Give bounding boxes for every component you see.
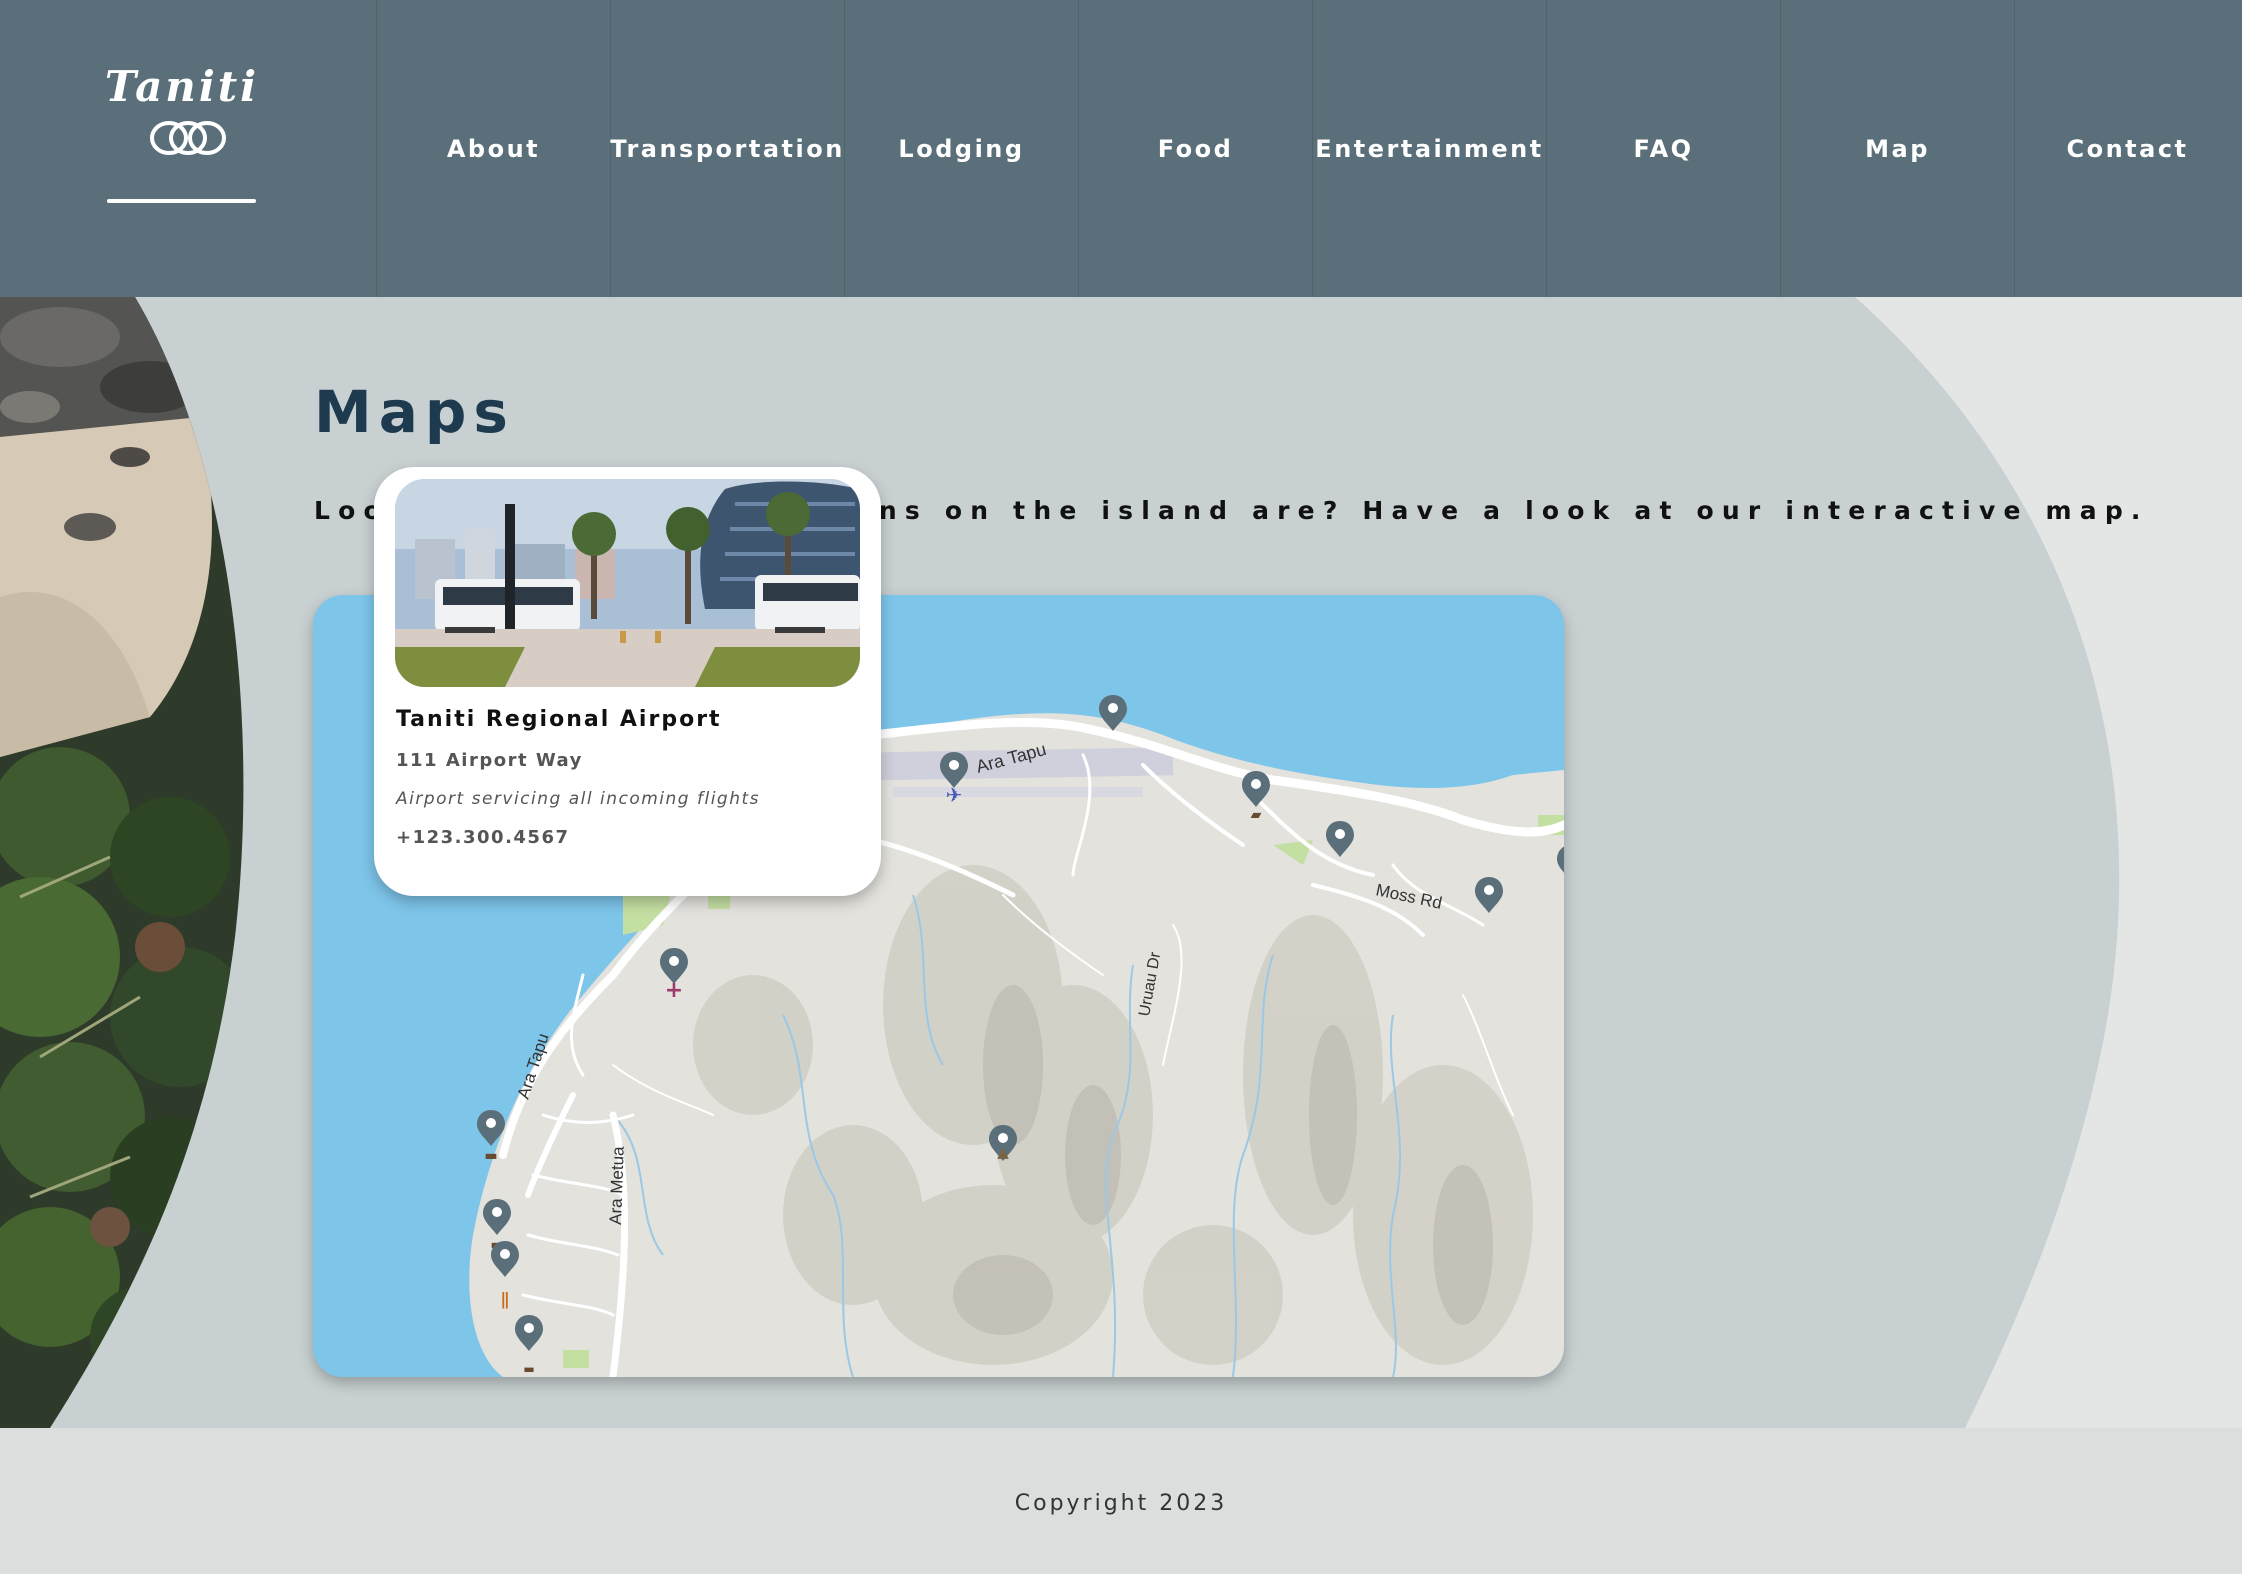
logo-underline	[107, 199, 256, 203]
popup-address: 111 Airport Way	[396, 750, 583, 771]
nav-map[interactable]: Map	[1781, 0, 2015, 297]
restaurant-icon: ǁ	[501, 1289, 510, 1310]
popup-description: Airport servicing all incoming flights	[396, 789, 761, 809]
footer: Copyright 2023	[0, 1428, 2242, 1574]
nav-entertainment[interactable]: Entertainment	[1313, 0, 1547, 297]
road-label-ara-metua: Ara Metua	[606, 1146, 628, 1226]
nav-food[interactable]: Food	[1079, 0, 1313, 297]
bed-icon: ▬	[523, 1362, 534, 1376]
bed-icon: ▬	[484, 1148, 497, 1164]
beach-aerial-image	[0, 297, 244, 1428]
site-logo[interactable]: Taniti	[0, 0, 377, 297]
hospital-icon: +	[665, 978, 683, 1003]
nav-transportation[interactable]: Transportation	[610, 0, 845, 297]
popup-phone[interactable]: +123.300.4567	[396, 827, 570, 848]
mountain-icon: ▲	[997, 1143, 1009, 1161]
popup-title: Taniti Regional Airport	[396, 707, 722, 732]
shopping-cart-icon: ▰	[1251, 807, 1262, 823]
nav-about[interactable]: About	[377, 0, 611, 297]
logo-rings-icon	[150, 121, 226, 155]
nav-faq[interactable]: FAQ	[1547, 0, 1781, 297]
top-navigation: Taniti About Transportation Lodging Food…	[0, 0, 2242, 297]
map-popup-card: Taniti Regional Airport 111 Airport Way …	[374, 467, 881, 896]
nav-lodging[interactable]: Lodging	[845, 0, 1079, 297]
page-title: Maps	[314, 378, 515, 446]
logo-text: Taniti	[104, 62, 260, 111]
nav-contact[interactable]: Contact	[2015, 0, 2240, 297]
copyright-text: Copyright 2023	[1014, 1490, 1228, 1516]
airport-icon: ✈	[946, 783, 963, 807]
airport-photo	[395, 479, 860, 687]
